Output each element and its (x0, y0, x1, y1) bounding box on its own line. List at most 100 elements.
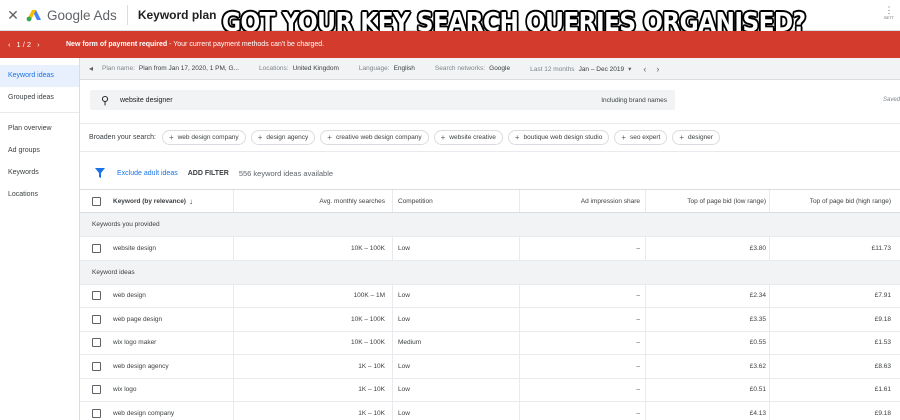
nav-item-plan-overview[interactable]: Plan overview (0, 118, 79, 140)
keyword-search-box[interactable]: ⚲ website designer Including brand names (90, 90, 675, 110)
avg-searches-cell: 1K – 10K (358, 386, 385, 394)
table-row[interactable]: web page design 10K – 100K Low – £3.35 £9.18 (80, 308, 900, 332)
group-label: Keywords you provided (92, 221, 160, 228)
bid-low-cell: £3.35 (749, 315, 766, 323)
date-range-value: Jan – Dec 2019 (578, 65, 625, 73)
competition-cell: Low (398, 409, 410, 417)
row-checkbox[interactable] (92, 237, 104, 260)
language-filter[interactable]: Language: English (359, 65, 415, 72)
plan-name-filter[interactable]: Plan name: Plan from Jan 17, 2020, 1 PM, … (102, 65, 239, 72)
chevron-right-icon[interactable]: › (656, 64, 659, 74)
chip-label: website creative (449, 134, 496, 141)
column-divider (392, 331, 393, 354)
networks-value: Google (489, 65, 511, 72)
nav-item-locations[interactable]: Locations (0, 184, 79, 206)
nav-item-keyword-ideas[interactable]: Keyword ideas (0, 65, 79, 87)
language-label: Language: (358, 65, 390, 72)
collapse-nav-icon[interactable]: ◂ (80, 64, 102, 73)
plan-filter-bar: ◂ Plan name: Plan from Jan 17, 2020, 1 PM… (80, 58, 900, 80)
row-checkbox[interactable] (92, 332, 104, 355)
table-row[interactable]: web design company 1K – 10K Low – £4.13 £9.18 (80, 402, 900, 420)
column-divider (233, 190, 234, 212)
bid-low-cell: £2.34 (749, 292, 766, 300)
plus-icon: + (327, 133, 332, 142)
column-header-impression[interactable]: Ad impression share (520, 190, 640, 212)
exclude-adult-ideas-link[interactable]: Exclude adult ideas (117, 170, 178, 177)
keyword-cell: web design company (113, 409, 175, 417)
page-title: Keyword plan (137, 8, 217, 22)
broaden-chip[interactable]: + website creative (433, 130, 503, 145)
settings-icon[interactable]: ⋮ SETT (882, 5, 896, 20)
add-filter-button[interactable]: ADD FILTER (188, 170, 229, 177)
column-header-keyword[interactable]: Keyword (by relevance) ↓ (113, 190, 193, 212)
alert-message-bold: New form of payment required (66, 41, 168, 48)
select-all-checkbox[interactable] (92, 190, 104, 212)
broaden-chip[interactable]: + seo expert (614, 130, 668, 145)
keyword-cell: web page design (113, 315, 163, 323)
alert-counter: 1 / 2 (16, 40, 32, 49)
chip-label: web design company (177, 134, 239, 141)
row-checkbox[interactable] (92, 379, 104, 402)
broaden-chip[interactable]: + designer (672, 130, 720, 145)
table-row[interactable]: web design 100K – 1M Low – £2.34 £7.91 (80, 284, 900, 308)
column-header-bid-low[interactable]: Top of page bid (low range) (645, 190, 766, 212)
locations-filter[interactable]: Locations: United Kingdom (259, 65, 339, 72)
broaden-chip[interactable]: + creative web design company (320, 130, 429, 145)
chevron-left-icon[interactable]: ‹ (643, 64, 646, 74)
plus-icon: + (440, 133, 446, 142)
networks-filter[interactable]: Search networks: Google (435, 65, 510, 72)
row-checkbox[interactable] (92, 308, 104, 331)
keyword-cell: wix logo maker (113, 339, 157, 347)
chip-label: designer (688, 134, 713, 141)
table-row[interactable]: web design agency 1K – 10K Low – £3.62 £8.63 (80, 355, 900, 379)
alert-message[interactable]: New form of payment required - Your curr… (66, 41, 324, 48)
column-header-bid-high[interactable]: Top of page bid (high range) (770, 190, 891, 212)
filter-icon[interactable] (95, 168, 105, 178)
checkbox-box (92, 314, 101, 324)
keyword-count: 556 keyword ideas available (238, 168, 334, 178)
chip-label: creative web design company (335, 134, 422, 141)
search-query[interactable]: website designer (120, 97, 601, 104)
bid-high-cell: £1.53 (874, 339, 891, 347)
competition-cell: Low (398, 244, 410, 252)
nav-item-grouped-ideas[interactable]: Grouped ideas (0, 87, 79, 109)
broaden-chip[interactable]: + boutique web design studio (507, 130, 610, 145)
row-checkbox[interactable] (92, 402, 104, 420)
bid-high-cell: £1.61 (874, 386, 891, 394)
chevron-right-icon[interactable]: › (37, 40, 40, 49)
group-row-ideas: Keyword ideas (80, 260, 900, 285)
row-checkbox[interactable] (92, 285, 104, 308)
table-row[interactable]: wix logo maker 10K – 100K Medium – £0.55 £1.5… (80, 331, 900, 355)
close-icon[interactable]: ✕ (0, 7, 26, 24)
google-ads-logo-icon (26, 9, 41, 21)
impression-share-cell: – (636, 409, 640, 417)
broaden-chip[interactable]: + web design company (161, 130, 246, 145)
column-divider (233, 378, 234, 401)
nav-item-keywords[interactable]: Keywords (0, 162, 79, 184)
plus-icon: + (621, 133, 626, 142)
competition-cell: Low (398, 362, 410, 370)
checkbox-box (92, 408, 101, 418)
column-header-avg[interactable]: Avg. monthly searches (235, 190, 385, 212)
avg-searches-cell: 10K – 100K (351, 244, 385, 252)
nav-item-ad-groups[interactable]: Ad groups (0, 140, 79, 162)
checkbox-box (92, 243, 101, 253)
alert-message-rest: - Your current payment methods can't be … (167, 41, 325, 48)
plan-name-label: Plan name: (102, 65, 135, 72)
locations-value: United Kingdom (292, 65, 339, 72)
column-divider (392, 284, 393, 307)
column-header-competition[interactable]: Competition (398, 190, 433, 212)
plus-icon: + (514, 133, 520, 142)
date-range-filter[interactable]: Last 12 months Jan – Dec 2019 ▾ (530, 65, 631, 73)
column-divider (392, 308, 393, 331)
bid-low-cell: £0.55 (749, 339, 766, 347)
brand-names-toggle[interactable]: Including brand names (601, 97, 675, 104)
table-row[interactable]: wix logo 1K – 10K Low – £0.51 £1.61 (80, 378, 900, 402)
chevron-left-icon[interactable]: ‹ (8, 40, 11, 49)
keyword-cell: web design (113, 292, 146, 300)
row-checkbox[interactable] (92, 355, 104, 378)
broaden-chip[interactable]: + design agency (250, 130, 316, 145)
table-row[interactable]: website design 10K – 100K Low – £3.80 £11.73 (80, 237, 900, 261)
bid-high-cell: £9.18 (874, 409, 891, 417)
language-value: English (393, 65, 415, 72)
